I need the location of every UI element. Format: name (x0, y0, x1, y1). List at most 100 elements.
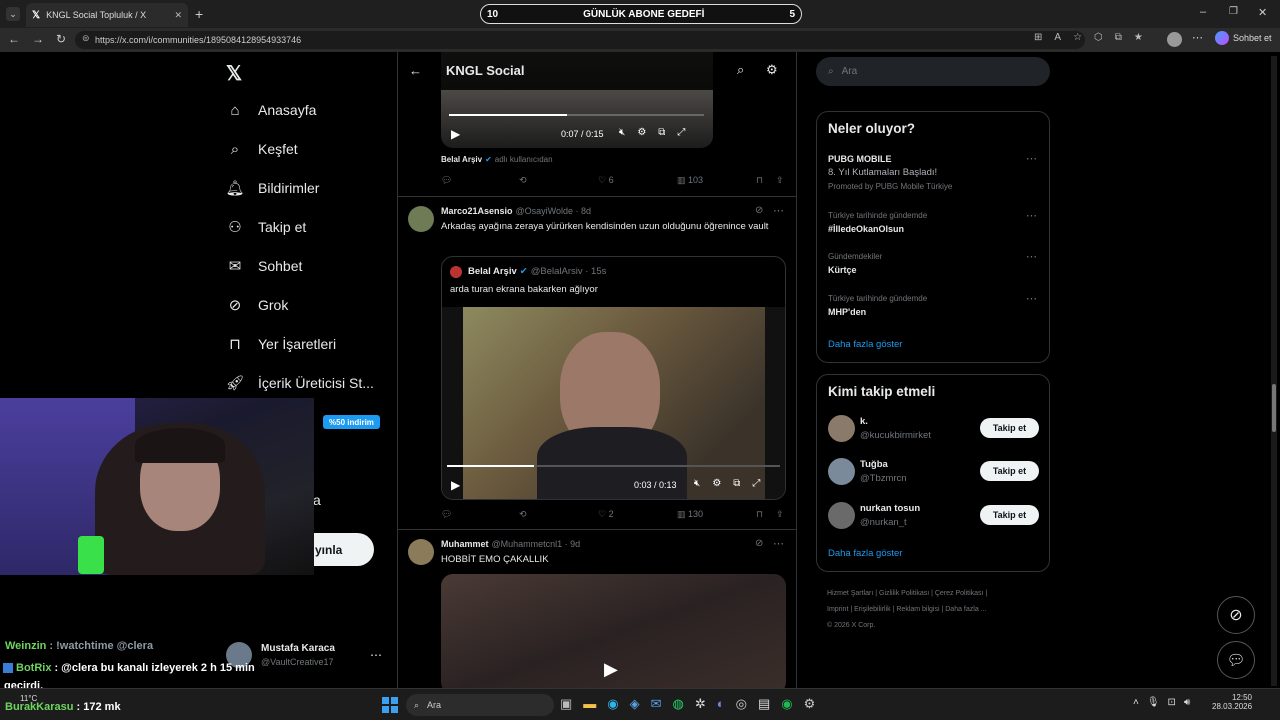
quote-tweet[interactable]: Belal Arşiv ✔ @BelalArsiv · 15s arda tur… (441, 256, 786, 500)
fullscreen-icon[interactable]: ⤢ (752, 478, 760, 489)
pip-icon[interactable]: ⧉ (733, 478, 740, 489)
close-tab-icon[interactable]: ✕ (174, 10, 182, 21)
follow-button[interactable]: Takip et (980, 505, 1039, 525)
nav-item-7[interactable]: 🚀︎ İçerik Üreticisi St... (225, 374, 373, 392)
tab-x-community[interactable]: 𝕏 KNGL Social Topluluk / X ✕ (26, 3, 188, 27)
source-name[interactable]: Belal Arşiv (441, 155, 482, 164)
nav-partial-label[interactable]: a (313, 492, 321, 508)
trend-more-icon[interactable]: ⋯ (1026, 250, 1037, 263)
app-icon[interactable]: ▤ (758, 696, 770, 712)
trend-item[interactable]: Türkiye tarihinde gündemde MHP'den (828, 294, 927, 317)
trend-item[interactable]: Türkiye tarihinde gündemde #İlledeOkanOls… (828, 211, 927, 234)
mute-icon[interactable]: 🔇︎ (619, 127, 625, 138)
profile-name[interactable]: Mustafa Karaca (261, 643, 335, 654)
edge-browser-icon[interactable]: ◉ (607, 696, 618, 712)
play-icon[interactable]: ▶ (604, 659, 618, 680)
settings-app-icon[interactable]: ✲ (695, 696, 706, 712)
grok-tweet-icon[interactable]: ⊘ (755, 205, 763, 216)
mute-icon[interactable]: 🔇︎ (694, 478, 700, 489)
nav-item-5[interactable]: ⊘ Grok (226, 296, 289, 314)
search-input[interactable]: ⌕ Ara (816, 57, 1050, 86)
mail-app-icon[interactable]: ✉ (651, 696, 662, 712)
follow-name[interactable]: Tuğba (860, 459, 888, 470)
maximize-icon[interactable]: ❐ (1229, 6, 1238, 17)
settings-gear-icon[interactable]: ⚙ (637, 127, 646, 138)
favorite-star-icon[interactable]: ☆ (1073, 32, 1082, 43)
task-view-icon[interactable]: ▣ (560, 696, 572, 712)
refresh-icon[interactable]: ↻ (56, 32, 66, 46)
share-icon[interactable]: ⇪ (776, 175, 784, 186)
site-info-icon[interactable]: ⊜ (82, 33, 90, 44)
search-icon[interactable]: ⌕ (737, 62, 744, 78)
collections-icon[interactable]: ⧉ (1115, 32, 1122, 43)
fullscreen-icon[interactable]: ⤢ (677, 127, 685, 138)
gear-app-icon[interactable]: ⚙ (804, 696, 816, 712)
bookmark-icon[interactable]: ⊓ (756, 509, 763, 520)
url-field[interactable]: ⊜ https://x.com/i/communities/1895084128… (75, 31, 1085, 49)
follow-avatar[interactable] (828, 502, 855, 529)
spotify-icon[interactable]: ◉ (781, 696, 792, 712)
x-logo-icon[interactable]: 𝕏 (226, 61, 242, 86)
taskbar-search[interactable]: ⌕ Ara (406, 694, 554, 716)
follow-avatar[interactable] (828, 458, 855, 485)
author-avatar[interactable] (408, 539, 434, 565)
tray-chevron-icon[interactable]: ˄ (1133, 697, 1139, 708)
new-tab-icon[interactable]: + (195, 6, 203, 22)
profile-more-icon[interactable]: ⋯ (370, 648, 382, 662)
show-more-link[interactable]: Daha fazla göster (828, 339, 902, 350)
favorites-icon[interactable]: ★ (1134, 32, 1143, 43)
author-avatar[interactable] (408, 206, 434, 232)
back-arrow-icon[interactable]: ← (409, 63, 422, 78)
back-icon[interactable]: ← (8, 32, 20, 46)
messages-float-icon[interactable]: 💬︎ (1217, 641, 1255, 679)
profile-avatar[interactable] (1167, 32, 1182, 47)
reply-icon[interactable]: 💬︎ (441, 509, 452, 520)
network-icon[interactable]: ⊡ (1168, 697, 1176, 708)
grok-float-icon[interactable]: ⊘ (1217, 596, 1255, 634)
tweet-more-icon[interactable]: ⋯ (773, 204, 784, 217)
store-icon[interactable]: ◈ (630, 696, 640, 712)
nav-item-0[interactable]: ⌂ Anasayfa (226, 101, 316, 119)
video-player[interactable]: ▶ (441, 574, 786, 688)
retweet-icon[interactable]: ⟲ (519, 509, 527, 520)
follow-name[interactable]: nurkan tosun (860, 503, 920, 514)
settings-gear-icon[interactable]: ⚙ (712, 478, 721, 489)
follow-button[interactable]: Takip et (980, 461, 1039, 481)
play-icon[interactable]: ▶ (451, 478, 460, 492)
follow-button[interactable]: Takip et (980, 418, 1039, 438)
nav-item-3[interactable]: ⚇ Takip et (226, 218, 306, 236)
trend-more-icon[interactable]: ⋯ (1026, 152, 1037, 165)
volume-icon[interactable]: 🔊︎ (1184, 697, 1190, 708)
clock[interactable]: 12:50 28.03.2026 (1212, 693, 1252, 711)
discord-icon[interactable]: ◐ (717, 696, 725, 712)
retweet-icon[interactable]: ⟲ (519, 175, 527, 186)
obs-icon[interactable]: ◎ (736, 696, 747, 712)
quote-video-player[interactable]: ▶ 0:03 / 0:13 🔇︎ ⚙ ⧉ ⤢ (442, 307, 785, 499)
close-window-icon[interactable]: ✕ (1258, 6, 1267, 19)
like-button[interactable]: ♡ 2 (598, 509, 614, 520)
trend-more-icon[interactable]: ⋯ (1026, 209, 1037, 222)
follow-name[interactable]: k. (860, 416, 868, 427)
nav-item-6[interactable]: ⊓ Yer İşaretleri (226, 335, 336, 353)
minimize-icon[interactable]: – (1200, 6, 1206, 18)
microphone-icon[interactable]: 🎙︎ (1147, 697, 1160, 708)
nav-item-1[interactable]: ⌕ Keşfet (226, 140, 298, 158)
more-menu-icon[interactable]: ⋯ (1192, 31, 1203, 44)
bookmark-icon[interactable]: ⊓ (756, 175, 763, 186)
scrollbar-thumb[interactable] (1272, 384, 1276, 432)
whatsapp-icon[interactable]: ◍ (673, 696, 684, 712)
read-aloud-icon[interactable]: A (1054, 32, 1061, 43)
author-name[interactable]: Muhammet (441, 539, 489, 549)
trend-more-icon[interactable]: ⋯ (1026, 292, 1037, 305)
trend-item[interactable]: Gündemdekiler Kürtçe (828, 252, 882, 275)
follow-avatar[interactable] (828, 415, 855, 442)
page-scrollbar[interactable] (1271, 56, 1277, 686)
views-button[interactable]: ▥ 130 (677, 509, 703, 520)
author-name[interactable]: Marco21Asensio (441, 206, 513, 216)
forward-icon[interactable]: → (32, 32, 44, 46)
nav-item-2[interactable]: 🔔︎ Bildirimler (225, 179, 319, 197)
footer-line-1[interactable]: Hizmet Şartları | Gizlilik Politikası | … (827, 586, 987, 602)
tweet-more-icon[interactable]: ⋯ (773, 537, 784, 550)
tab-list-icon[interactable]: ⌄ (6, 7, 20, 21)
share-icon[interactable]: ⇪ (776, 509, 784, 520)
